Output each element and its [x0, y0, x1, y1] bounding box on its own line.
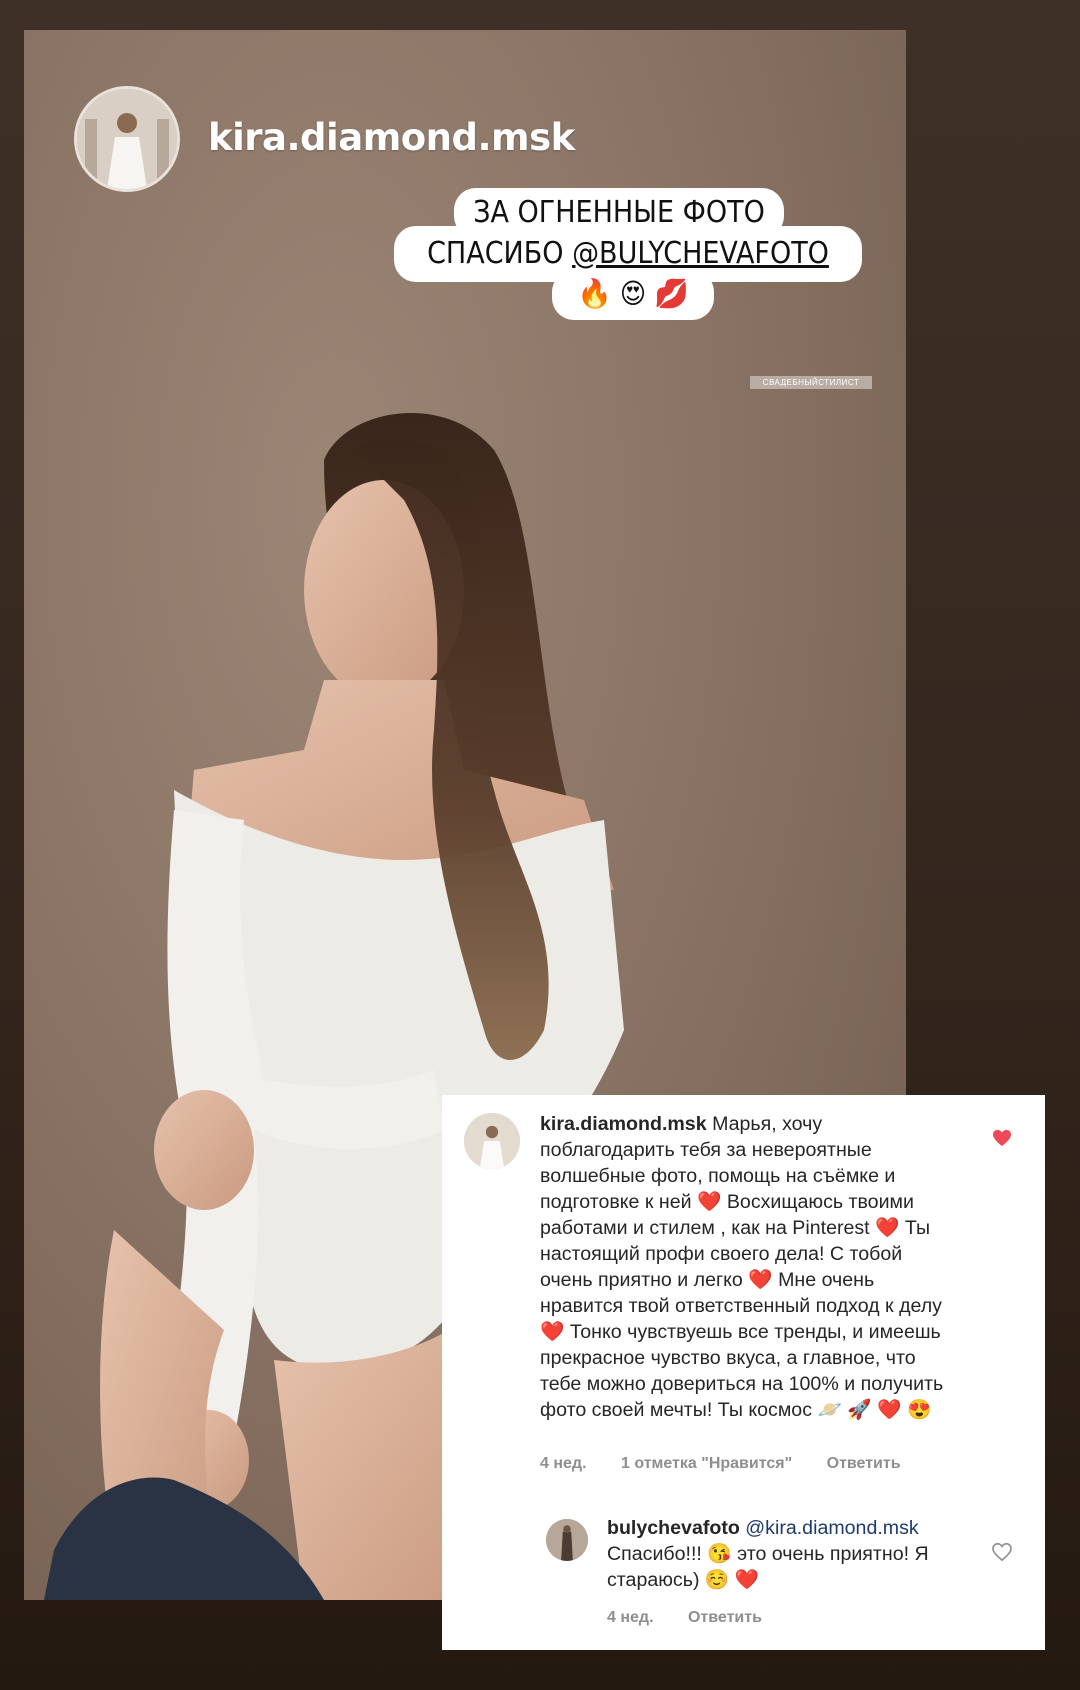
comment-time: 4 нед. [540, 1455, 587, 1472]
comment-avatar[interactable] [464, 1113, 520, 1169]
comment-meta: 4 нед. 1 отметка "Нравится" Ответить [540, 1455, 931, 1473]
liked-heart-icon[interactable] [992, 1129, 1012, 1147]
avatar-photo-icon [77, 89, 177, 189]
reply-meta: 4 нед. Ответить [607, 1609, 792, 1627]
comment-reply-button[interactable]: Ответить [827, 1455, 901, 1472]
avatar-photo-icon [464, 1113, 520, 1169]
comment-body: kira.diamond.msk Марья, хочу поблагодари… [540, 1111, 960, 1423]
sticker-text: ЗА ОГНЕННЫЕ ФОТО [473, 195, 765, 230]
profile-avatar[interactable] [74, 86, 180, 192]
reply-mention[interactable]: @kira.diamond.msk [745, 1517, 918, 1539]
comment-username[interactable]: kira.diamond.msk [540, 1113, 707, 1135]
comment-screenshot: kira.diamond.msk Марья, хочу поблагодари… [442, 1095, 1045, 1650]
comment-text: Марья, хочу поблагодарить тебя за неверо… [540, 1113, 944, 1421]
reply-avatar[interactable] [546, 1519, 588, 1561]
reply-username[interactable]: bulychevafoto [607, 1517, 740, 1539]
reply-reply-button[interactable]: Ответить [688, 1609, 762, 1626]
avatar-photo-icon [546, 1519, 588, 1561]
reply-body: bulychevafoto @kira.diamond.msk Спасибо!… [607, 1515, 977, 1593]
heart-outline-icon[interactable] [992, 1543, 1012, 1561]
reply-time: 4 нед. [607, 1609, 654, 1626]
sticker-mention[interactable]: @BULYCHEVAFOTO [572, 236, 829, 271]
reply-text: Спасибо!!! 😘 это очень приятно! Я стараю… [607, 1543, 929, 1591]
sticker-text: СПАСИБО [427, 236, 573, 271]
text-sticker-emojis: 🔥 😍 💋 [552, 270, 714, 320]
story-username[interactable]: kira.diamond.msk [208, 116, 575, 159]
sticker-emojis: 🔥 😍 💋 [577, 277, 689, 310]
comment-likes[interactable]: 1 отметка "Нравится" [621, 1455, 792, 1472]
hashtag-tag[interactable]: СВАДЕБНЫЙСТИЛИСТ [750, 376, 872, 389]
